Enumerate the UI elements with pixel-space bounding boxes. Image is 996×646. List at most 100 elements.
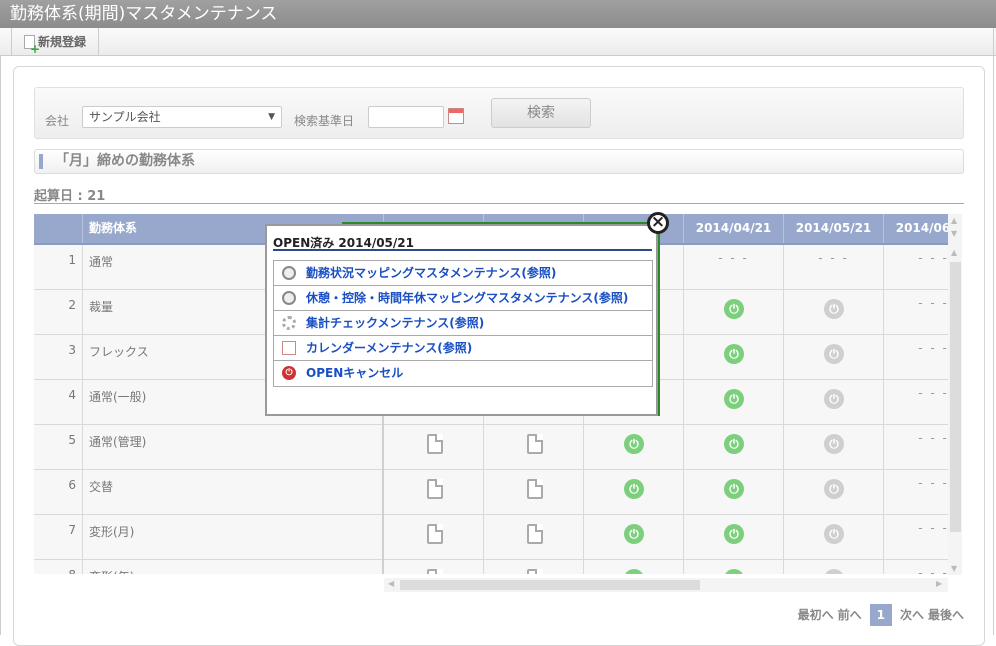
period-cell: ⏻ bbox=[684, 470, 784, 515]
period-cell: ⏻ bbox=[784, 335, 884, 380]
company-label: 会社 bbox=[45, 114, 70, 128]
period-cell: ⏻ bbox=[584, 515, 684, 560]
power-on-icon[interactable]: ⏻ bbox=[724, 524, 744, 544]
document-icon[interactable] bbox=[527, 434, 543, 454]
page-title: 勤務体系(期間)マスタメンテナンス bbox=[0, 0, 996, 28]
horizontal-scrollbar[interactable]: ◀ ▶ bbox=[384, 578, 948, 592]
row-number: 7 bbox=[34, 515, 83, 560]
period-cell: ⏻ bbox=[684, 335, 784, 380]
popup-menu-item[interactable]: カレンダーメンテナンス(参照) bbox=[274, 336, 652, 361]
current-page[interactable]: 1 bbox=[869, 604, 892, 626]
new-document-icon bbox=[24, 35, 40, 54]
popup-menu-item[interactable]: ⏻ OPENキャンセル bbox=[274, 361, 652, 386]
table-row: 8変形(年) ⏻ ⏻ ⏻ - - - bbox=[34, 560, 948, 574]
power-on-icon[interactable]: ⏻ bbox=[624, 569, 644, 574]
search-form: 会社 サンプル会社 ▼ 検索基準日 検索 bbox=[34, 87, 964, 139]
power-on-icon[interactable]: ⏻ bbox=[724, 479, 744, 499]
popup-menu-item[interactable]: 勤務状況マッピングマスタメンテナンス(参照) bbox=[274, 261, 652, 286]
power-off-icon[interactable]: ⏻ bbox=[824, 524, 844, 544]
period-cell bbox=[484, 560, 584, 574]
row-number: 5 bbox=[34, 425, 83, 470]
clock-icon bbox=[282, 266, 296, 280]
power-on-icon[interactable]: ⏻ bbox=[724, 299, 744, 319]
period-cell bbox=[384, 515, 484, 560]
divider bbox=[0, 56, 1, 635]
popup-menu-item[interactable]: 集計チェックメンテナンス(参照) bbox=[274, 311, 652, 336]
document-icon[interactable] bbox=[527, 524, 543, 544]
prev-page-link[interactable]: 前へ bbox=[838, 608, 862, 622]
power-off-icon[interactable]: ⏻ bbox=[824, 479, 844, 499]
column-header: 2014/04/21 bbox=[684, 214, 784, 243]
power-on-icon[interactable]: ⏻ bbox=[624, 524, 644, 544]
empty-cell: - - - bbox=[918, 386, 948, 400]
new-register-button[interactable]: 新規登録 bbox=[11, 28, 100, 56]
power-off-icon[interactable]: ⏻ bbox=[824, 569, 844, 574]
close-icon[interactable]: × bbox=[647, 212, 669, 234]
period-cell: ⏻ bbox=[684, 425, 784, 470]
popup-item-label: 勤務状況マッピングマスタメンテナンス(参照) bbox=[306, 266, 557, 280]
period-cell: - - - bbox=[884, 515, 948, 560]
popup-menu-item[interactable]: 休憩・控除・時間年休マッピングマスタメンテナンス(参照) bbox=[274, 286, 652, 311]
period-cell: ⏻ bbox=[684, 290, 784, 335]
power-off-icon[interactable]: ⏻ bbox=[824, 344, 844, 364]
empty-cell: - - - bbox=[718, 251, 749, 265]
period-cell: - - - bbox=[884, 425, 948, 470]
power-on-icon[interactable]: ⏻ bbox=[724, 389, 744, 409]
period-cell: ⏻ bbox=[784, 560, 884, 574]
period-cell: - - - bbox=[884, 290, 948, 335]
work-system-name: 通常(管理) bbox=[83, 425, 384, 470]
empty-cell: - - - bbox=[918, 476, 948, 490]
period-cell bbox=[384, 470, 484, 515]
popup-item-label: 休憩・控除・時間年休マッピングマスタメンテナンス(参照) bbox=[306, 291, 629, 305]
period-cell: ⏻ bbox=[784, 290, 884, 335]
popup-item-label: カレンダーメンテナンス(参照) bbox=[306, 341, 473, 355]
power-on-icon[interactable]: ⏻ bbox=[724, 569, 744, 574]
period-cell: - - - bbox=[884, 335, 948, 380]
power-on-icon[interactable]: ⏻ bbox=[624, 434, 644, 454]
period-cell bbox=[484, 470, 584, 515]
date-label: 検索基準日 bbox=[294, 114, 355, 128]
first-page-link[interactable]: 最初へ bbox=[798, 608, 834, 622]
period-cell: - - - bbox=[884, 245, 948, 290]
row-number: 1 bbox=[34, 245, 83, 290]
document-icon[interactable] bbox=[527, 569, 543, 574]
period-cell bbox=[384, 425, 484, 470]
power-off-icon[interactable]: ⏻ bbox=[824, 434, 844, 454]
document-icon[interactable] bbox=[427, 524, 443, 544]
power-on-icon[interactable]: ⏻ bbox=[624, 479, 644, 499]
period-cell: - - - bbox=[884, 470, 948, 515]
period-cell: - - - bbox=[684, 245, 784, 290]
power-off-icon[interactable]: ⏻ bbox=[824, 299, 844, 319]
date-input[interactable] bbox=[368, 106, 444, 128]
period-cell: ⏻ bbox=[684, 380, 784, 425]
company-value: サンプル会社 bbox=[89, 110, 161, 124]
table-row: 6 交替 ⏻ ⏻ ⏻ - - - bbox=[34, 470, 948, 515]
divider bbox=[993, 28, 994, 635]
power-on-icon[interactable]: ⏻ bbox=[724, 434, 744, 454]
open-menu-popup: OPEN済み 2014/05/21 勤務状況マッピングマスタメンテナンス(参照)… bbox=[265, 224, 658, 416]
power-on-icon[interactable]: ⏻ bbox=[724, 344, 744, 364]
calendar-icon[interactable] bbox=[448, 108, 464, 124]
table-row: 7 変形(月) ⏻ ⏻ ⏻ - - - bbox=[34, 515, 948, 560]
popup-menu: 勤務状況マッピングマスタメンテナンス(参照) 休憩・控除・時間年休マッピングマスタ… bbox=[273, 260, 653, 387]
start-day: 起算日 : 21 bbox=[34, 185, 964, 204]
company-select[interactable]: サンプル会社 ▼ bbox=[82, 106, 282, 128]
document-icon[interactable] bbox=[427, 479, 443, 499]
document-icon[interactable] bbox=[527, 479, 543, 499]
power-off-icon[interactable]: ⏻ bbox=[824, 389, 844, 409]
period-cell: ⏻ bbox=[684, 515, 784, 560]
row-number: 3 bbox=[34, 335, 83, 380]
section-title: 「月」締めの勤務体系 bbox=[34, 149, 964, 174]
next-page-link[interactable]: 次へ bbox=[900, 608, 924, 622]
row-number: 2 bbox=[34, 290, 83, 335]
document-icon[interactable] bbox=[427, 569, 443, 574]
work-system-name: 変形(年) bbox=[83, 560, 384, 574]
period-cell: ⏻ bbox=[784, 470, 884, 515]
period-cell: ⏻ bbox=[584, 470, 684, 515]
vertical-scrollbar[interactable]: ▲ ▼ ▲ ▼ bbox=[948, 214, 962, 575]
document-icon[interactable] bbox=[427, 434, 443, 454]
empty-cell: - - - bbox=[918, 521, 948, 535]
column-header: 2014/05/21 bbox=[784, 214, 884, 243]
search-button[interactable]: 検索 bbox=[491, 98, 591, 128]
last-page-link[interactable]: 最後へ bbox=[928, 608, 964, 622]
